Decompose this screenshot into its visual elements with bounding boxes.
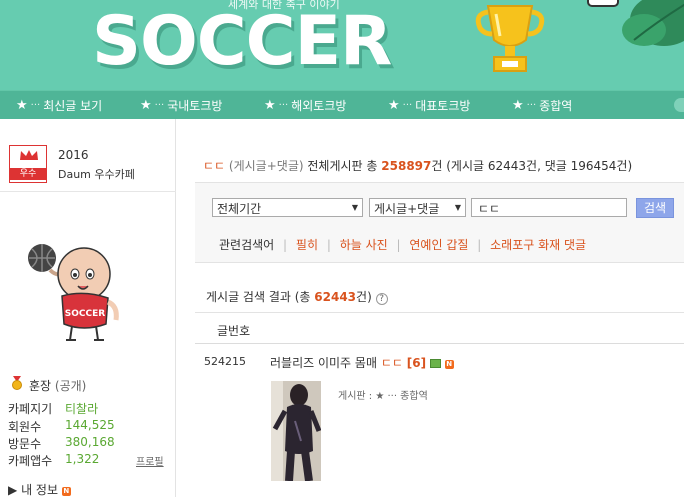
image-attachment-icon	[429, 359, 441, 368]
star-icon: ★	[140, 97, 152, 113]
award-label: Daum 우수카페	[58, 168, 135, 181]
stat-visits: 방문수 380,168	[8, 435, 115, 451]
member-rank: 훈장 (공개)	[29, 379, 87, 393]
new-badge-icon: N	[444, 360, 454, 369]
related-keyword[interactable]: 연예인 갑질	[409, 238, 468, 252]
related-keyword[interactable]: 필히	[296, 238, 318, 252]
nav-scroll-handle[interactable]	[674, 98, 684, 112]
nav-item-label: 종합역	[539, 98, 573, 113]
mascot-shirt-text: SOCCER	[65, 309, 105, 319]
dropdown-arrow-icon: ▼	[351, 203, 358, 212]
grade-label: 우수	[10, 168, 46, 180]
nav-item-label: 대표토크방	[415, 98, 471, 113]
new-badge-icon: N	[61, 487, 71, 496]
profile-link[interactable]: 프로필	[136, 453, 164, 468]
search-panel: 전체기간 ▼ 게시글+댓글 ▼ ㄷㄷ 검색 관련검색어 | 필히 | 하늘 사진…	[195, 182, 684, 263]
award-year: 2016	[58, 148, 89, 162]
search-input[interactable]: ㄷㄷ	[471, 198, 627, 217]
post-title-row: 러블리즈 이미주 몸매 ㄷㄷ [6] N	[270, 356, 454, 370]
nav-item-latest[interactable]: ★ ··· 최신글 보기	[0, 97, 124, 114]
nav-item-label: 국내토크방	[167, 98, 223, 113]
divider	[0, 191, 176, 192]
grade-badge: 우수	[9, 145, 47, 183]
post-number: 524215	[204, 355, 246, 368]
related-label: 관련검색어	[219, 238, 275, 252]
star-icon: ★	[264, 97, 276, 113]
main-nav: ★ ··· 최신글 보기 ★ ··· 국내토크방 ★ ··· 해외토크방 ★ ·…	[0, 90, 684, 119]
nav-item-national-talk[interactable]: ★ ··· 대표토크방	[372, 97, 496, 114]
crown-icon	[20, 150, 38, 160]
comment-count[interactable]: [6]	[407, 356, 426, 370]
nav-item-general[interactable]: ★ ··· 종합역	[496, 97, 620, 114]
expand-icon: ▶	[8, 483, 18, 497]
total-count: 258897	[381, 159, 432, 173]
star-icon: ★	[16, 97, 28, 113]
stat-app-users: 카페앱수 1,322	[8, 452, 100, 468]
cafe-sidebar: 우수 2016 Daum 우수카페 SOCCER 훈장 (공개) 카페지기 티찰…	[0, 119, 176, 497]
stat-manager: 카페지기 티찰라	[8, 402, 99, 416]
search-button[interactable]: 검색	[636, 198, 674, 218]
my-info-toggle[interactable]: ▶ 내 정보 N	[8, 481, 71, 498]
post-board[interactable]: 게시판 : ★ ··· 종합역	[338, 387, 428, 402]
help-icon[interactable]: ?	[375, 293, 388, 305]
leaf-icon	[622, 0, 684, 46]
cafe-banner: 세계와 대한 축구 이야기 SOCCER	[0, 0, 684, 90]
cafe-logo[interactable]: SOCCER	[92, 2, 392, 82]
star-icon: ★	[388, 97, 400, 113]
dropdown-arrow-icon: ▼	[454, 203, 461, 212]
divider	[195, 343, 684, 344]
nav-item-label: 해외토크방	[291, 98, 347, 113]
search-summary: ㄷㄷ (게시글+댓글) 전체게시판 총 258897건 (게시글 62443건,…	[203, 159, 633, 173]
column-header-number: 글번호	[217, 324, 251, 338]
stat-members: 회원수 144,525	[8, 418, 115, 434]
related-keywords: 관련검색어 | 필히 | 하늘 사진 | 연예인 갑질 | 소래포구 화재 댓글	[219, 238, 587, 252]
post-title-link[interactable]: 러블리즈 이미주 몸매	[270, 356, 377, 370]
nav-item-label: 최신글 보기	[43, 98, 103, 113]
result-count: 62443	[314, 290, 357, 304]
divider	[195, 312, 684, 313]
scope-select[interactable]: 게시글+댓글 ▼	[369, 198, 466, 217]
mascot-image: SOCCER	[28, 244, 119, 341]
medal-icon	[12, 376, 22, 390]
nav-item-overseas-talk[interactable]: ★ ··· 해외토크방	[248, 97, 372, 114]
related-keyword[interactable]: 소래포구 화재 댓글	[490, 238, 586, 252]
nav-item-domestic-talk[interactable]: ★ ··· 국내토크방	[124, 97, 248, 114]
result-title: 게시글 검색 결과 (총 62443건) ?	[206, 288, 388, 305]
post-thumbnail[interactable]	[271, 381, 321, 481]
manager-link[interactable]: 티찰라	[65, 400, 98, 417]
related-keyword[interactable]: 하늘 사진	[340, 238, 388, 252]
trophy-icon	[475, 5, 545, 72]
period-select[interactable]: 전체기간 ▼	[212, 198, 363, 217]
star-icon: ★	[512, 97, 524, 113]
